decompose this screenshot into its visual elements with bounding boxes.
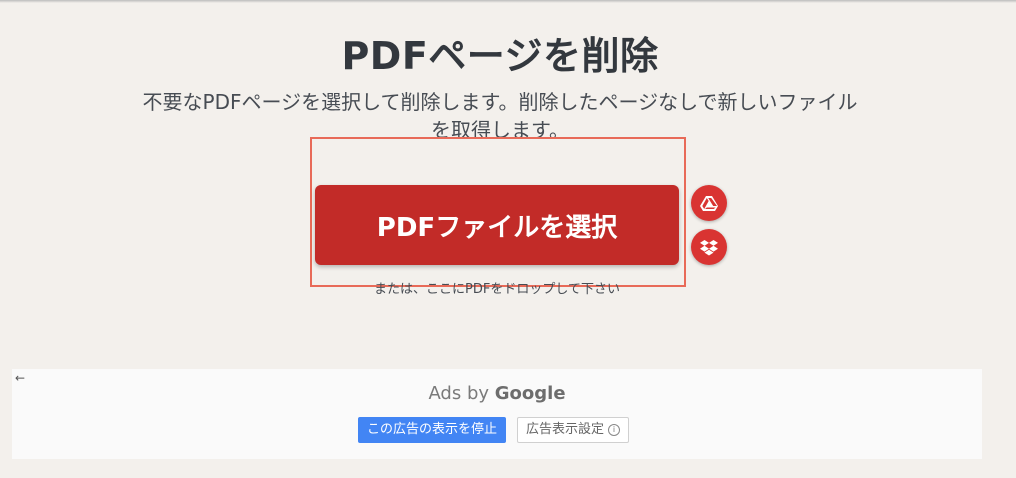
info-icon: i	[608, 424, 621, 436]
page-title: PDFページを削除	[341, 34, 659, 78]
ads-by-google-label: Ads by Google	[12, 383, 982, 404]
drop-hint: または、ここにPDFをドロップして下さい	[374, 282, 620, 297]
google-drive-icon	[700, 196, 718, 211]
select-pdf-button[interactable]: PDFファイルを選択	[315, 185, 679, 265]
select-pdf-label: PDFファイルを選択	[376, 212, 618, 243]
page-subtitle: 不要なPDFページを選択して削除します。削除したページなしで新しいファイル を取…	[142, 90, 858, 142]
stop-ad-button[interactable]: この広告の表示を停止	[358, 417, 507, 443]
ad-settings-button[interactable]: 広告表示設定 i	[517, 417, 630, 443]
google-wordmark: Google	[494, 383, 566, 404]
ad-settings-label: 広告表示設定	[526, 422, 605, 437]
dropbox-button[interactable]	[691, 229, 727, 265]
dropbox-icon	[700, 239, 718, 255]
ad-container: ← Ads by Google この広告の表示を停止 広告表示設定 i	[12, 369, 982, 459]
top-divider	[0, 0, 1016, 3]
google-drive-button[interactable]	[691, 185, 727, 221]
ads-by-text: Ads by	[428, 383, 495, 404]
